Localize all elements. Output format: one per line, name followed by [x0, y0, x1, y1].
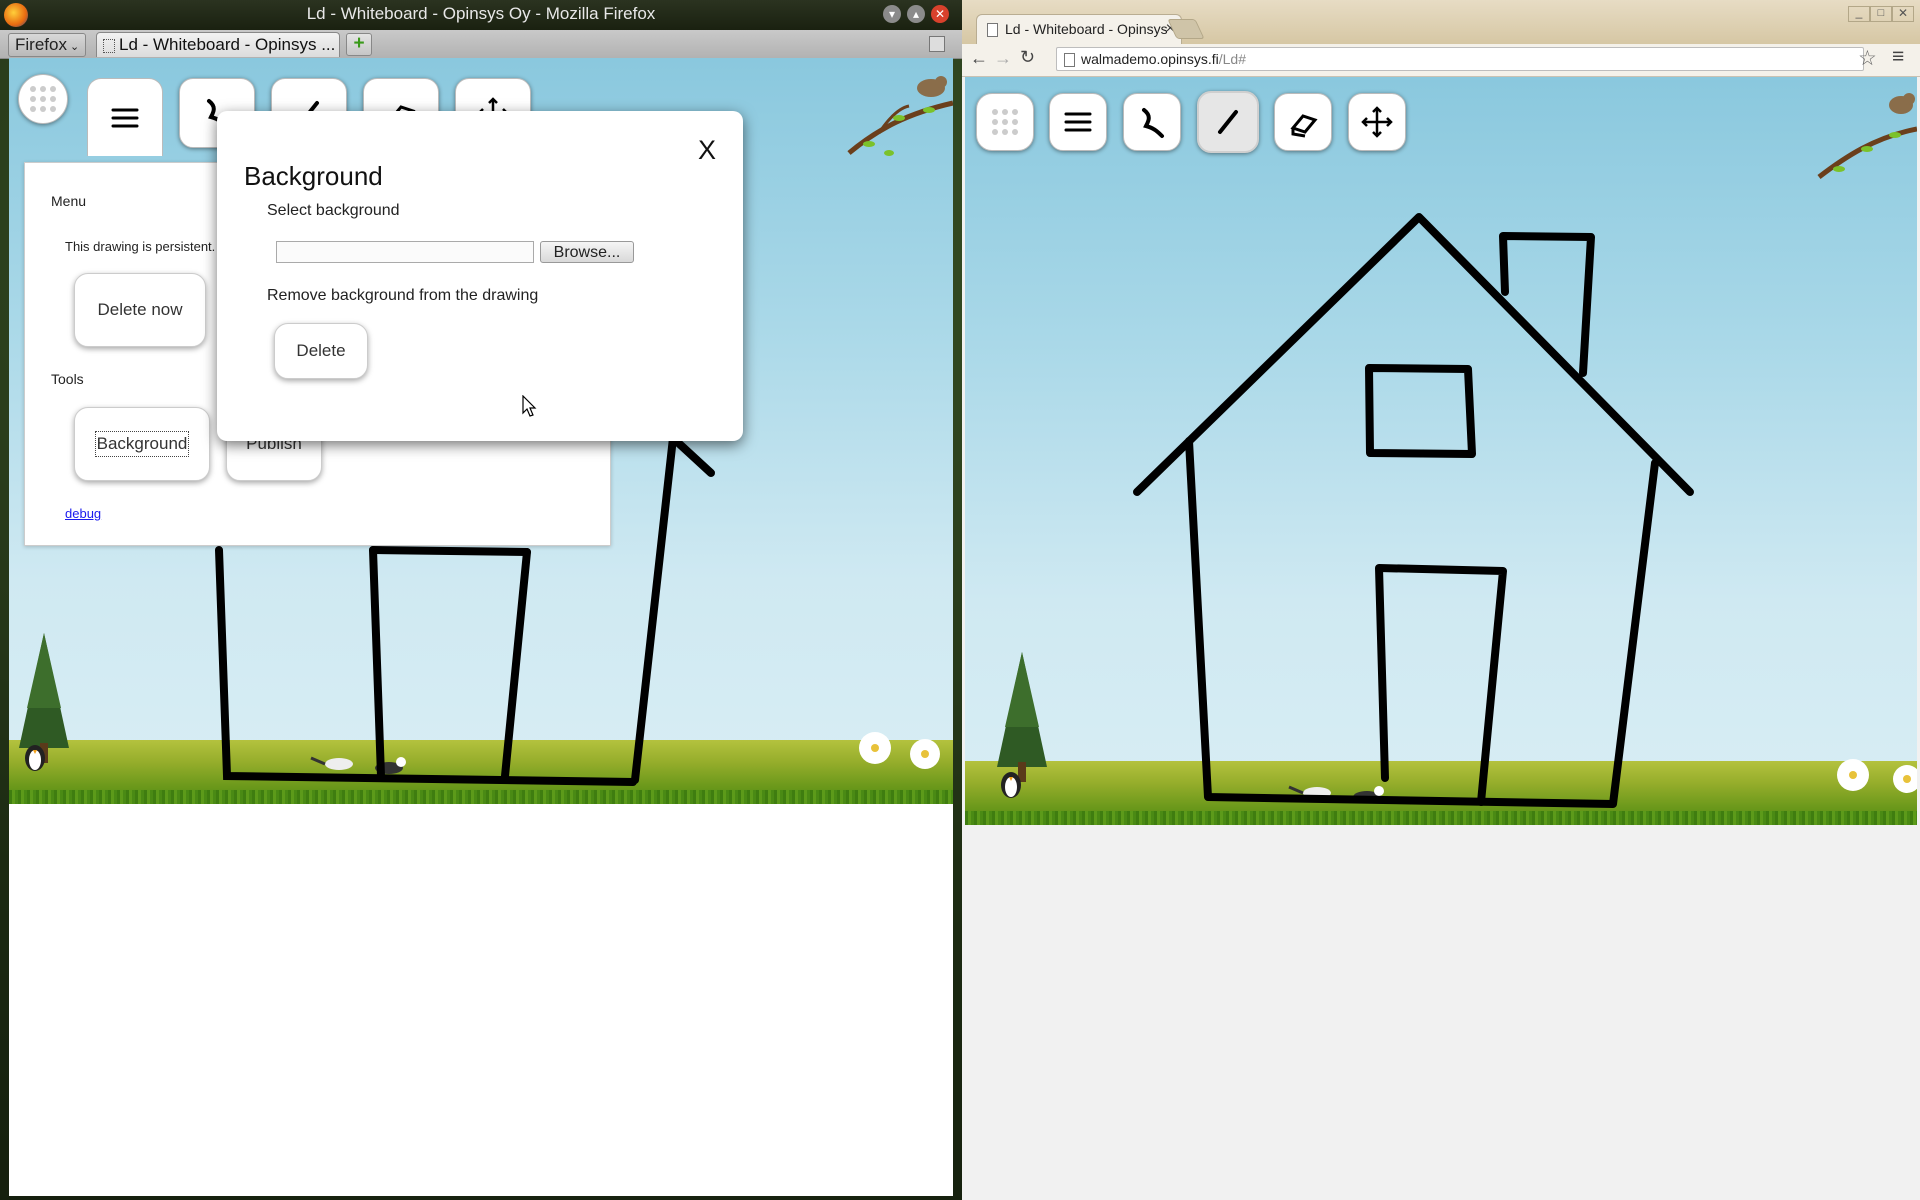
firefox-menu-label: Firefox — [15, 35, 67, 54]
minimize-icon[interactable]: ▾ — [883, 5, 901, 23]
whiteboard-canvas-right[interactable] — [965, 77, 1917, 825]
line-tool-button[interactable] — [1197, 91, 1259, 153]
delete-now-button[interactable]: Delete now — [74, 273, 206, 347]
url-host: walmademo.opinsys.fi — [1081, 51, 1219, 67]
url-path: /Ld# — [1218, 51, 1246, 67]
reload-icon[interactable]: ↻ — [1020, 47, 1035, 68]
background-dialog: Background X Select background Browse...… — [217, 111, 743, 441]
chrome-menu-icon[interactable]: ≡ — [1892, 45, 1904, 69]
app-grid-button[interactable] — [18, 74, 68, 124]
close-window-icon[interactable]: ✕ — [1892, 6, 1914, 22]
maximize-icon[interactable]: ▴ — [907, 5, 925, 23]
house-drawing-right — [1133, 213, 1694, 808]
select-background-label: Select background — [267, 202, 400, 219]
firefox-titlebar[interactable]: Ld - Whiteboard - Opinsys Oy - Mozilla F… — [0, 0, 962, 30]
menu-tool-button[interactable] — [1049, 93, 1107, 151]
window-title: Ld - Whiteboard - Opinsys Oy - Mozilla F… — [306, 4, 656, 23]
persistent-notice: This drawing is persistent. — [65, 239, 216, 254]
chrome-toolbar: ← → ↻ walmademo.opinsys.fi/Ld# ☆ ≡ — [962, 44, 1920, 77]
chrome-window: Ld - Whiteboard - Opinsys × _ □ ✕ ← → ↻ … — [962, 0, 1920, 1200]
mouse-cursor-icon — [522, 395, 537, 417]
delete-background-button[interactable]: Delete — [274, 323, 368, 379]
line-icon — [1218, 110, 1238, 134]
close-window-icon[interactable]: ✕ — [931, 5, 949, 23]
hamburger-icon — [111, 108, 139, 127]
page-icon — [987, 23, 998, 37]
firefox-tab[interactable]: Ld - Whiteboard - Opinsys ... — [96, 32, 340, 57]
browse-button[interactable]: Browse... — [540, 241, 634, 263]
page-icon — [1064, 53, 1075, 67]
freehand-pen-icon — [1142, 108, 1164, 138]
page-icon — [103, 39, 115, 53]
dot-grid-icon — [992, 109, 1018, 135]
move-arrows-icon — [1361, 106, 1393, 138]
chrome-titlebar[interactable]: Ld - Whiteboard - Opinsys × _ □ ✕ — [962, 0, 1920, 44]
tab-title: Ld - Whiteboard - Opinsys ... — [119, 35, 336, 54]
tools-heading: Tools — [51, 371, 84, 387]
dialog-close-button[interactable]: X — [698, 135, 716, 166]
debug-link[interactable]: debug — [65, 506, 101, 521]
background-button-label: Background — [94, 431, 190, 457]
bookmark-star-icon[interactable]: ☆ — [1858, 46, 1877, 71]
minimize-icon[interactable]: _ — [1848, 6, 1870, 22]
firefox-tabbar: Firefox ⌄ Ld - Whiteboard - Opinsys ... … — [0, 30, 962, 59]
address-bar[interactable]: walmademo.opinsys.fi/Ld# — [1056, 47, 1864, 71]
back-arrow-icon[interactable]: ← — [970, 48, 988, 69]
dialog-title: Background — [244, 161, 383, 191]
dot-grid-icon — [30, 86, 56, 112]
background-file-field[interactable] — [276, 241, 534, 263]
menu-heading: Menu — [51, 193, 87, 209]
new-tab-button[interactable]: + — [346, 33, 372, 56]
firefox-menu-button[interactable]: Firefox ⌄ — [8, 33, 87, 57]
firefox-logo-icon — [4, 3, 28, 27]
chrome-tab[interactable]: Ld - Whiteboard - Opinsys × — [976, 14, 1182, 44]
menu-tool-button[interactable] — [87, 78, 163, 156]
eraser-icon — [1290, 114, 1318, 138]
chrome-tab-title: Ld - Whiteboard - Opinsys — [1005, 21, 1168, 37]
chevron-down-icon: ⌄ — [66, 41, 80, 53]
freehand-tool-button[interactable] — [1123, 93, 1181, 151]
eraser-tool-button[interactable] — [1274, 93, 1332, 151]
hamburger-icon — [1064, 112, 1092, 132]
background-button[interactable]: Background — [74, 407, 210, 481]
remove-background-label: Remove background from the drawing — [267, 287, 539, 304]
firefox-window: Ld - Whiteboard - Opinsys Oy - Mozilla F… — [0, 0, 962, 1200]
app-grid-button[interactable] — [976, 93, 1034, 151]
maximize-icon[interactable]: □ — [1870, 6, 1892, 22]
tab-groups-icon[interactable] — [929, 36, 945, 52]
move-tool-button[interactable] — [1348, 93, 1406, 151]
forward-arrow-icon[interactable]: → — [994, 48, 1012, 69]
